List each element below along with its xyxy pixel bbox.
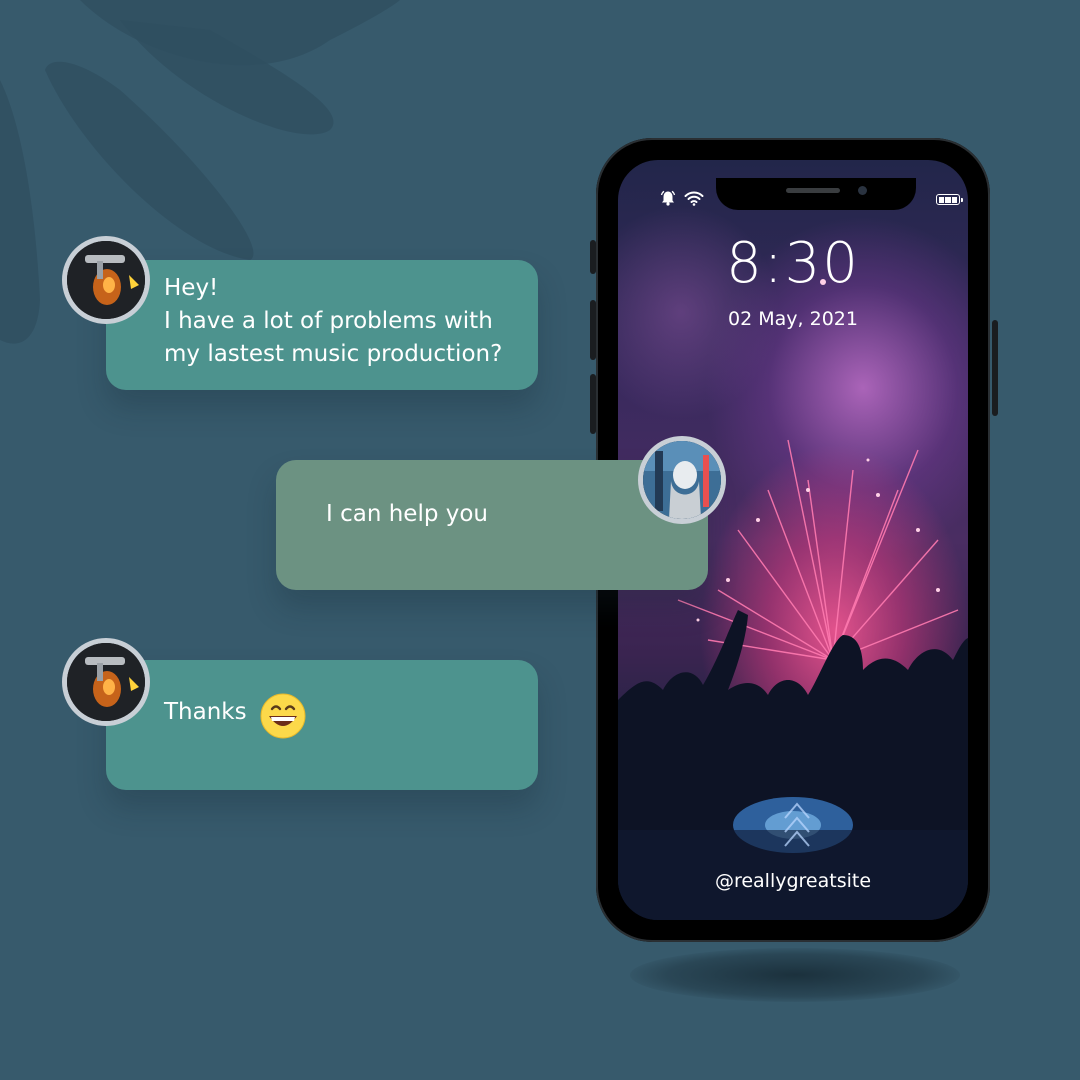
message-text: Thanks	[164, 699, 247, 725]
alarm-bell-icon	[660, 190, 676, 206]
phone-shadow	[630, 948, 960, 1002]
earpiece-speaker	[786, 188, 840, 193]
phone-power-button	[992, 320, 998, 416]
chat-message-incoming: Hey! I have a lot of problems with my la…	[106, 260, 538, 390]
status-bar-left	[660, 190, 704, 206]
phone-notch	[716, 178, 916, 210]
swipe-up-icon	[784, 802, 810, 847]
user-avatar[interactable]	[62, 638, 150, 726]
message-text: Hey! I have a lot of problems with my la…	[164, 275, 503, 367]
message-text: I can help you	[326, 501, 489, 527]
wifi-icon	[684, 191, 704, 206]
chat-message-incoming: Thanks	[106, 660, 538, 790]
user-avatar[interactable]	[62, 236, 150, 324]
battery-icon	[936, 194, 963, 205]
helper-avatar[interactable]	[638, 436, 726, 524]
social-handle: @reallygreatsite	[714, 870, 872, 892]
lock-screen-date: 02 May, 2021	[728, 308, 858, 330]
grinning-face-emoji	[260, 693, 306, 739]
crowd-silhouettes	[618, 610, 968, 920]
front-camera	[858, 186, 867, 195]
lock-screen-time: 8:30	[726, 231, 860, 296]
